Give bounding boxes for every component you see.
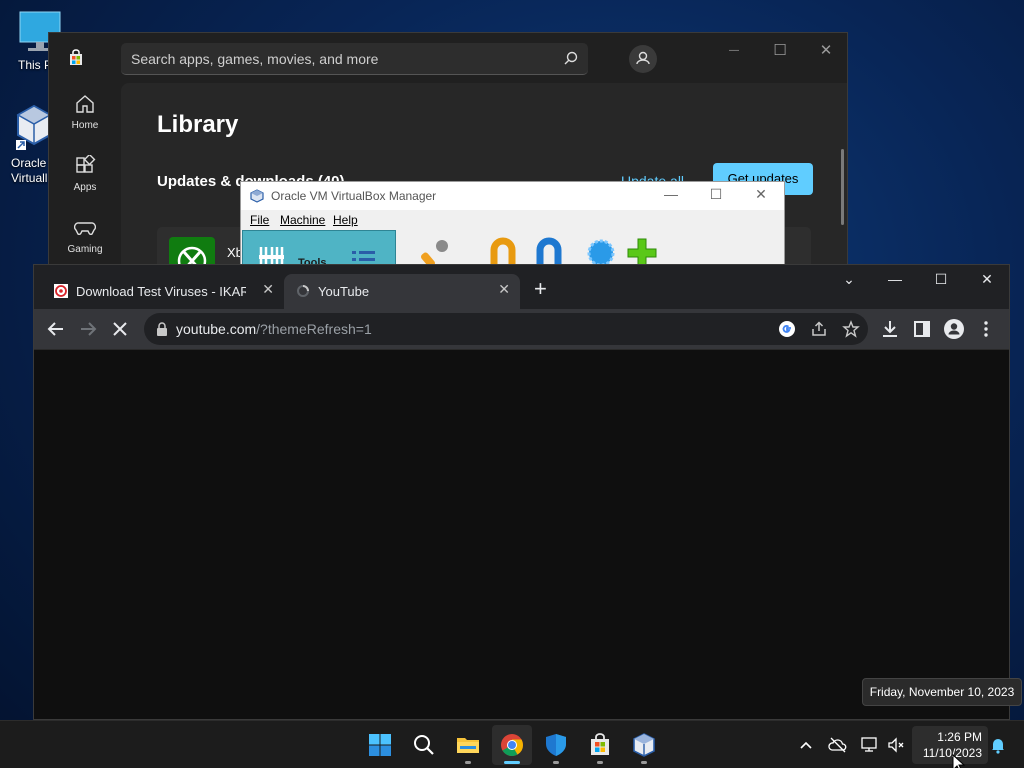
rail-item-label: Home [71,120,99,131]
store-nav-rail: Home Apps Gaming [49,83,121,276]
tab-ikarus[interactable]: Download Test Viruses - IKARUS ✕ [42,274,284,309]
taskbar-defender[interactable] [536,725,576,765]
virtualbox-icon [250,189,264,203]
store-minimize-button[interactable]: — [711,39,757,63]
chrome-close-button[interactable]: ✕ [964,271,1009,288]
store-close-button[interactable]: ✕ [803,39,847,63]
page-content[interactable] [34,349,1009,719]
shield-icon [546,734,566,756]
store-search-placeholder: Search apps, games, movies, and more [131,51,379,67]
taskbar-virtualbox[interactable] [624,725,664,765]
search-icon [414,735,434,755]
tab-title: YouTube [318,284,370,299]
taskbar-chrome[interactable] [492,725,532,765]
tab-close-button[interactable]: ✕ [262,281,274,298]
vbox-menubar: File Machine Help [241,210,784,230]
url-text[interactable]: youtube.com/?themeRefresh=1 [176,321,372,337]
url-host: youtube.com [176,321,257,337]
clock-date: 11/10/2023 [922,746,982,760]
rail-item-label: Gaming [67,244,103,255]
address-bar[interactable]: youtube.com/?themeRefresh=1 [144,313,868,345]
menu-kebab-icon[interactable] [974,317,998,341]
rail-item-gaming[interactable]: Gaming [49,217,121,255]
taskbar-search-button[interactable] [404,725,444,765]
mouse-cursor-icon [952,754,966,768]
menu-help[interactable]: Help [333,213,358,227]
page-title: Library [157,111,239,138]
bookmark-star-icon[interactable] [842,320,860,338]
windows-icon [369,734,391,756]
clock-button[interactable]: 1:26 PM 11/10/2023 [912,726,988,764]
home-icon [76,95,94,113]
network-icon[interactable] [860,735,880,755]
virtualbox-titlebar[interactable]: Oracle VM VirtualBox Manager — ☐ ✕ [241,182,784,210]
store-maximize-button[interactable]: ☐ [757,39,803,63]
clock-time: 1:26 PM [937,730,982,744]
taskbar-store[interactable] [580,725,620,765]
onedrive-offline-icon[interactable] [828,735,848,755]
download-icon[interactable] [878,317,902,341]
window-title: Oracle VM VirtualBox Manager [271,189,437,203]
notifications-bell-icon[interactable] [988,735,1008,755]
show-hidden-icons-chevron-icon[interactable] [796,735,816,755]
profile-avatar-icon[interactable] [942,317,966,341]
new-tab-button[interactable]: + [534,278,547,300]
vbox-maximize-button[interactable]: ☐ [701,186,731,203]
tab-close-button[interactable]: ✕ [498,281,510,298]
menu-machine[interactable]: Machine [280,213,325,227]
running-indicator [465,761,471,764]
store-logo-icon [70,49,82,65]
person-icon [636,51,650,65]
virtualbox-icon [633,733,655,757]
tab-title: Download Test Viruses - IKARUS [76,284,246,299]
apps-icon [76,155,96,173]
vbox-minimize-button[interactable]: — [656,186,686,202]
store-icon [591,733,609,755]
tab-search-button[interactable]: ⌄ [826,271,872,288]
volume-muted-icon[interactable] [886,735,906,755]
forward-icon[interactable] [76,317,100,341]
running-indicator [553,761,559,764]
share-icon[interactable] [810,320,828,338]
account-button[interactable] [629,45,657,73]
store-search-box[interactable]: Search apps, games, movies, and more [121,43,588,75]
running-indicator [597,761,603,764]
chrome-window[interactable]: Download Test Viruses - IKARUS ✕ YouTube… [33,264,1010,720]
rail-item-home[interactable]: Home [49,93,121,131]
vbox-close-button[interactable]: ✕ [746,186,776,203]
ikarus-favicon-icon [54,284,68,298]
folder-icon [457,738,479,753]
rail-item-label: Apps [73,182,97,193]
gaming-icon [74,222,96,236]
stop-icon[interactable] [108,317,132,341]
chrome-maximize-button[interactable]: ☐ [918,271,964,288]
menu-file[interactable]: File [250,213,269,227]
back-icon[interactable] [44,317,68,341]
tab-youtube[interactable]: YouTube ✕ [284,274,520,309]
date-tooltip: Friday, November 10, 2023 [862,678,1022,706]
chrome-toolbar: youtube.com/?themeRefresh=1 [34,309,1009,349]
search-icon[interactable] [564,51,578,65]
taskbar-file-explorer[interactable] [448,725,488,765]
start-button[interactable] [360,725,400,765]
taskbar: 1:26 PM 11/10/2023 [0,720,1024,768]
tab-strip: Download Test Viruses - IKARUS ✕ YouTube… [34,265,1009,309]
scrollbar[interactable] [841,149,844,225]
google-lens-icon[interactable] [778,320,796,338]
loading-spinner-icon [297,285,309,297]
chrome-icon [501,734,523,756]
side-panel-icon[interactable] [910,317,934,341]
chrome-minimize-button[interactable]: — [872,271,918,287]
running-indicator [504,761,520,764]
running-indicator [641,761,647,764]
lock-icon[interactable] [156,322,168,336]
rail-item-apps[interactable]: Apps [49,155,121,193]
url-path: /?themeRefresh=1 [256,321,372,337]
virtualbox-window[interactable]: Oracle VM VirtualBox Manager — ☐ ✕ File … [240,181,785,271]
